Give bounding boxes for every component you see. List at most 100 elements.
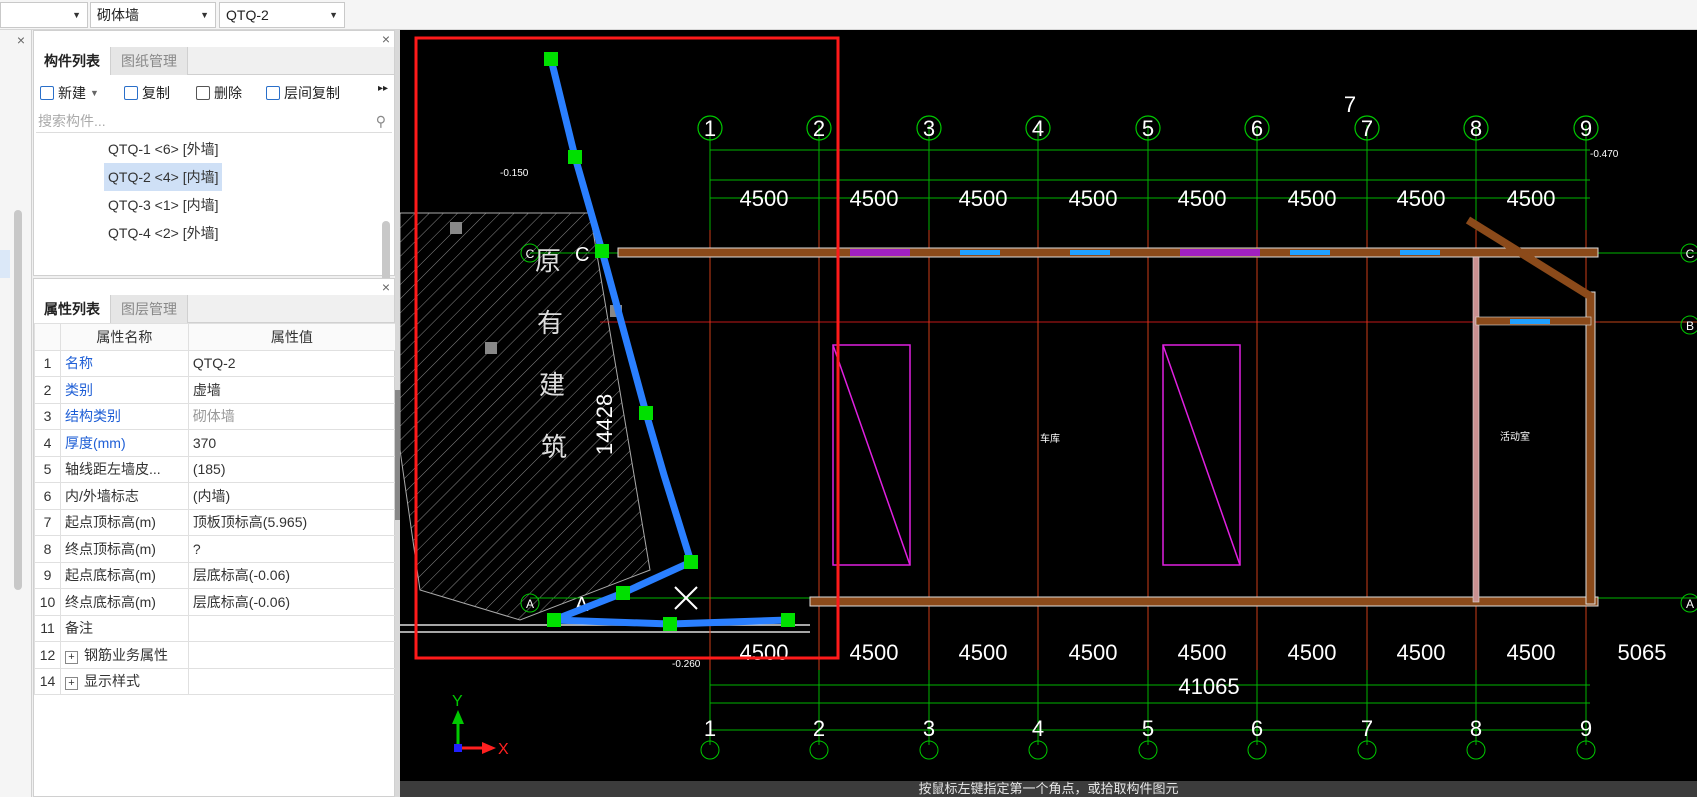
table-row[interactable]: 2 类别 虚墙 — [34, 376, 397, 404]
table-row[interactable]: 9 起点底标高(m) 层底标高(-0.06) — [34, 561, 397, 589]
property-value[interactable]: (185) — [187, 455, 397, 483]
svg-text:C: C — [575, 244, 589, 266]
nav-scrollbar[interactable] — [14, 210, 22, 590]
svg-text:C: C — [526, 247, 535, 261]
svg-text:4500: 4500 — [850, 186, 899, 211]
list-item[interactable]: QTQ-3 <1> [内墙] — [104, 191, 222, 219]
new-icon — [40, 86, 54, 100]
property-name: 起点顶标高(m) — [59, 508, 189, 536]
svg-text:-0.470: -0.470 — [1590, 149, 1619, 160]
property-value[interactable]: ? — [187, 535, 397, 563]
svg-text:4500: 4500 — [1178, 640, 1227, 665]
svg-text:4500: 4500 — [1507, 640, 1556, 665]
component-toolbar: 新建 ▼ 复制 删除 层间复制 ▸▸ — [34, 77, 394, 107]
component-combo[interactable]: QTQ-2 ▼ — [219, 2, 345, 28]
tab-property-list[interactable]: 属性列表 — [34, 295, 111, 323]
property-name: 类别 — [59, 376, 189, 404]
close-icon[interactable]: × — [17, 32, 25, 48]
table-row[interactable]: 4 厚度(mm) 370 — [34, 429, 397, 457]
axis-label: 3 — [923, 116, 935, 141]
row-labels: C A C B A — [526, 247, 1695, 611]
property-value[interactable]: 层底标高(-0.06) — [187, 561, 397, 589]
property-name: 终点顶标高(m) — [59, 535, 189, 563]
svg-text:4500: 4500 — [1069, 186, 1118, 211]
close-icon[interactable]: × — [382, 279, 390, 295]
delete-label: 删除 — [214, 85, 242, 101]
list-item[interactable]: QTQ-4 <2> [外墙] — [104, 219, 222, 247]
drawing-canvas[interactable]: 1 2 3 4 5 6 7 8 9 7 4500 4500 4500 4500 … — [400, 30, 1697, 797]
expandable-property[interactable]: + 钢筋业务属性 — [59, 641, 189, 669]
header-name: 属性名称 — [59, 323, 189, 351]
table-row[interactable]: 7 起点顶标高(m) 顶板顶标高(5.965) — [34, 508, 397, 536]
property-value[interactable] — [187, 614, 397, 642]
axis-label: 5 — [1142, 116, 1154, 141]
column-mark — [450, 222, 462, 234]
floor-copy-button[interactable]: 层间复制 — [266, 83, 340, 103]
small-labels: -0.150 -0.260 -0.470 车库 活动室 — [500, 149, 1619, 670]
table-row[interactable]: 14 + 显示样式 — [34, 667, 397, 695]
svg-text:4500: 4500 — [740, 186, 789, 211]
svg-text:4500: 4500 — [959, 186, 1008, 211]
trash-icon — [196, 86, 210, 100]
component-panel-tabs: 构件列表 图纸管理 — [34, 47, 394, 75]
table-row[interactable]: 5 轴线距左墙皮... (185) — [34, 455, 397, 483]
table-row[interactable]: 12 + 钢筋业务属性 — [34, 641, 397, 669]
property-panel: × 属性列表 图层管理 属性名称 属性值 1 名称 QTQ-2 2 类别 虚墙 3… — [33, 278, 397, 797]
tab-layer-management[interactable]: 图层管理 — [111, 295, 188, 323]
table-row[interactable]: 8 终点顶标高(m) ? — [34, 535, 397, 563]
svg-text:A: A — [1686, 597, 1694, 611]
axis-label: 6 — [1251, 116, 1263, 141]
property-value[interactable]: QTQ-2 — [187, 349, 397, 377]
expandable-property[interactable]: + 显示样式 — [59, 667, 189, 695]
ucs-axis-icon: Y X — [452, 693, 509, 758]
row-index: 2 — [34, 376, 61, 404]
chevron-down-icon: ▼ — [200, 10, 209, 20]
table-row[interactable]: 3 结构类别 砌体墙 — [34, 402, 397, 430]
property-value[interactable]: (内墙) — [187, 482, 397, 510]
more-icon[interactable]: ▸▸ — [378, 83, 388, 94]
nav-selected-item[interactable] — [0, 250, 10, 278]
search-placeholder: 搜索构件... — [38, 113, 106, 129]
svg-text:筑: 筑 — [541, 433, 567, 463]
table-row[interactable]: 6 内/外墙标志 (内墙) — [34, 482, 397, 510]
property-value[interactable]: 层底标高(-0.06) — [187, 588, 397, 616]
expand-plus-icon[interactable]: + — [64, 677, 78, 691]
property-value[interactable]: 顶板顶标高(5.965) — [187, 508, 397, 536]
new-button[interactable]: 新建 ▼ — [40, 83, 99, 103]
list-item-selected[interactable]: QTQ-2 <4> [内墙] — [104, 163, 223, 191]
svg-text:4500: 4500 — [1507, 186, 1556, 211]
command-prompt: 按鼠标左键指定第一个角点，或拾取构件图元 — [400, 781, 1697, 797]
svg-text:7: 7 — [1361, 716, 1373, 741]
axis-label-extra: 7 — [1344, 92, 1356, 117]
svg-text:4500: 4500 — [1178, 186, 1227, 211]
floor-combo[interactable]: ▼ — [0, 2, 88, 28]
svg-text:原: 原 — [535, 247, 561, 277]
property-value[interactable]: 虚墙 — [187, 376, 397, 404]
row-index: 1 — [34, 349, 61, 377]
svg-text:5065: 5065 — [1618, 640, 1667, 665]
cad-drawing: 1 2 3 4 5 6 7 8 9 7 4500 4500 4500 4500 … — [400, 36, 1697, 760]
svg-text:-0.150: -0.150 — [500, 168, 529, 179]
svg-text:有: 有 — [537, 309, 563, 339]
expand-plus-icon[interactable]: + — [64, 650, 78, 664]
tab-drawing-management[interactable]: 图纸管理 — [111, 47, 188, 75]
svg-text:9: 9 — [1580, 716, 1592, 741]
floor-opening-diagonal — [832, 344, 911, 566]
tab-component-list[interactable]: 构件列表 — [34, 47, 111, 75]
list-item[interactable]: QTQ-1 <6> [外墙] — [104, 135, 222, 163]
property-name: 钢筋业务属性 — [83, 646, 168, 663]
delete-button[interactable]: 删除 — [196, 83, 242, 103]
property-value[interactable]: 砌体墙 — [187, 402, 397, 430]
svg-text:2: 2 — [813, 716, 825, 741]
table-row[interactable]: 1 名称 QTQ-2 — [34, 349, 397, 377]
row-index: 14 — [34, 667, 61, 695]
component-type-combo[interactable]: 砌体墙 ▼ — [90, 2, 216, 28]
table-row[interactable]: 10 终点底标高(m) 层底标高(-0.06) — [34, 588, 397, 616]
svg-text:4500: 4500 — [850, 640, 899, 665]
property-value[interactable]: 370 — [187, 429, 397, 457]
copy-label: 复制 — [142, 85, 170, 101]
component-search-input[interactable]: 搜索构件... ⚲ — [36, 109, 392, 133]
copy-button[interactable]: 复制 — [124, 83, 170, 103]
close-icon[interactable]: × — [382, 31, 390, 47]
table-row[interactable]: 11 备注 — [34, 614, 397, 642]
